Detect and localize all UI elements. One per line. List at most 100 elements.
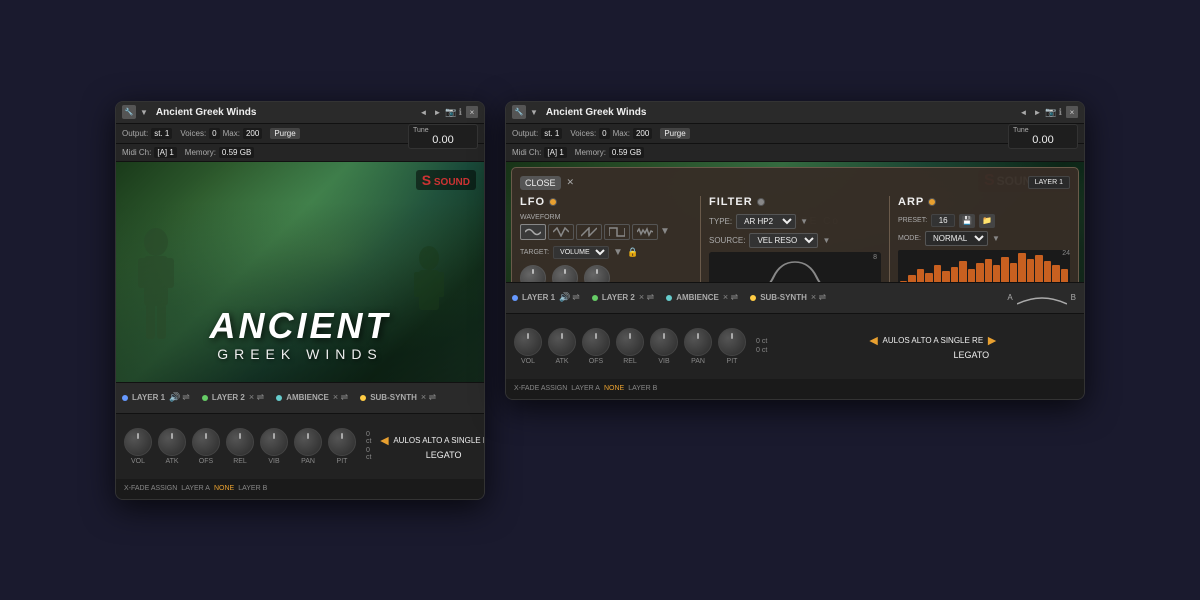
ambience-icons: × ⇌ — [333, 392, 348, 403]
vib-knob[interactable] — [260, 428, 288, 456]
arp-bar — [1061, 269, 1068, 282]
nav-next-btn[interactable]: ► — [431, 107, 443, 118]
wave-arrow: ▼ — [660, 226, 670, 237]
large-nav-prev[interactable]: ◄ — [1018, 107, 1030, 118]
arp-bar — [1001, 257, 1008, 282]
arp-bar — [908, 275, 915, 282]
title-ancient: ANCIENT — [116, 308, 484, 344]
large-layer-bar: LAYER 1 🔊 ⇌ LAYER 2 × ⇌ AMBIENCE × ⇌ — [506, 282, 1084, 314]
arp-bar — [1010, 263, 1017, 282]
title-overlay: ANCIENT GREEK WINDS — [116, 308, 484, 362]
filter-type-select[interactable]: AR HP2 — [736, 214, 796, 229]
large-ofs-knob[interactable] — [582, 328, 610, 356]
large-panel-title: Ancient Greek Winds — [542, 107, 1014, 118]
lfo-close-btn[interactable]: CLOSE — [520, 176, 561, 190]
vol-knob[interactable] — [124, 428, 152, 456]
nav-prev-btn[interactable]: ◄ — [418, 107, 430, 118]
arp-bar — [1052, 265, 1059, 282]
lfo-indicator — [549, 198, 557, 206]
wave-square-btn[interactable] — [604, 224, 630, 240]
large-layer1-dot — [512, 295, 518, 301]
filter-source-row: SOURCE: VEL RESO ▼ — [709, 233, 881, 248]
fade-knob[interactable] — [584, 265, 610, 282]
large-none-label: NONE — [604, 385, 624, 392]
ct-value2: 0 ct — [366, 447, 371, 461]
layer2-dot — [202, 395, 208, 401]
wave-tri-btn[interactable] — [548, 224, 574, 240]
ofs-knob[interactable] — [192, 428, 220, 456]
large-nav: ◄ ► 📷 ℹ — [1018, 107, 1062, 118]
triangle-wave-icon — [553, 227, 569, 237]
arp-bars — [898, 250, 1070, 282]
large-ct-values: 0 ct 0 ct — [756, 338, 861, 354]
rel-label: REL — [233, 458, 247, 465]
midi-value: [A] 1 — [154, 147, 176, 158]
large-atk-knob[interactable] — [548, 328, 576, 356]
fade-knob-item: FADE — [584, 265, 610, 282]
large-tune-area: Tune 0.00 — [1008, 124, 1078, 149]
large-layer-a: LAYER A — [571, 385, 600, 392]
ambience-dot — [276, 395, 282, 401]
arp-bar — [917, 269, 924, 282]
mode-select[interactable]: NORMAL — [925, 231, 988, 246]
large-pit-knob[interactable] — [718, 328, 746, 356]
large-knob-row: VOL ATK OFS REL VIB PAN — [506, 314, 1084, 379]
large-layer2-dot — [592, 295, 598, 301]
preset-save-btn[interactable]: 💾 — [959, 214, 975, 228]
ab-fade: A B — [1005, 290, 1078, 306]
arp-bar — [959, 261, 966, 282]
arp-bar — [900, 281, 907, 282]
soundiron-logo: S SOUND — [416, 170, 476, 190]
pit-knob[interactable] — [328, 428, 356, 456]
time-knob-item: TIME — [520, 265, 546, 282]
large-rel-knob[interactable] — [616, 328, 644, 356]
patch-name-area: ◄ AULOS ALTO A SINGLE RE ► LEGATO — [377, 432, 485, 460]
large-vol-knob[interactable] — [514, 328, 542, 356]
target-arrow: ▼ — [613, 247, 623, 258]
large-patch-next[interactable]: ► — [985, 332, 999, 348]
arp-indicator — [928, 198, 936, 206]
filter-display: 8 — [709, 252, 881, 282]
wave-saw-btn[interactable] — [576, 224, 602, 240]
preset-num: 16 — [931, 214, 955, 227]
large-layer-b: LAYER B — [628, 385, 657, 392]
pan-knob-item: PAN — [294, 428, 322, 465]
arp-number-24: 24 — [1062, 250, 1070, 257]
arp-bar — [942, 271, 949, 282]
square-wave-icon — [609, 227, 625, 237]
intens-knob[interactable] — [552, 265, 578, 282]
large-patch-prev[interactable]: ◄ — [867, 332, 881, 348]
target-select[interactable]: VOLUME — [553, 246, 609, 259]
time-knob[interactable] — [520, 265, 546, 282]
large-nav-next[interactable]: ► — [1031, 107, 1043, 118]
filter-source-select[interactable]: VEL RESO — [749, 233, 818, 248]
large-vib-knob[interactable] — [650, 328, 678, 356]
large-pan-knob[interactable] — [684, 328, 712, 356]
memory-value: 0.59 GB — [219, 147, 254, 158]
wave-random-btn[interactable] — [632, 224, 658, 240]
atk-knob[interactable] — [158, 428, 186, 456]
filter-indicator — [757, 198, 765, 206]
layer1-icons: 🔊 ⇌ — [169, 392, 190, 403]
wave-sine-btn[interactable] — [520, 224, 546, 240]
subsynth-name: SUB-SYNTH — [370, 393, 417, 402]
patch-prev-btn[interactable]: ◄ — [377, 432, 391, 448]
large-purge-button[interactable]: Purge — [660, 128, 689, 139]
target-label: TARGET: — [520, 249, 549, 256]
small-panel-title: Ancient Greek Winds — [152, 107, 414, 118]
small-panel: 🔧 ▼ Ancient Greek Winds ◄ ► 📷 ℹ × Tune 0… — [115, 101, 485, 500]
patch-nav: ◄ AULOS ALTO A SINGLE RE ► — [377, 432, 485, 448]
vol-knob-item: VOL — [124, 428, 152, 465]
rel-knob[interactable] — [226, 428, 254, 456]
layer2-name: LAYER 2 — [212, 393, 245, 402]
pan-knob[interactable] — [294, 428, 322, 456]
output-item: Output: st. 1 — [122, 128, 172, 139]
purge-button[interactable]: Purge — [270, 128, 299, 139]
large-top-bar: 🔧 ▼ Ancient Greek Winds ◄ ► 📷 ℹ × Tune 0… — [506, 102, 1084, 124]
layer1-item: LAYER 1 🔊 ⇌ — [122, 392, 190, 403]
filter-section: FILTER TYPE: AR HP2 ▼ — [701, 196, 890, 282]
small-close-btn[interactable]: × — [466, 106, 478, 118]
preset-folder-btn[interactable]: 📁 — [979, 214, 995, 228]
pan-label: PAN — [301, 458, 315, 465]
large-close-btn[interactable]: × — [1066, 106, 1078, 118]
